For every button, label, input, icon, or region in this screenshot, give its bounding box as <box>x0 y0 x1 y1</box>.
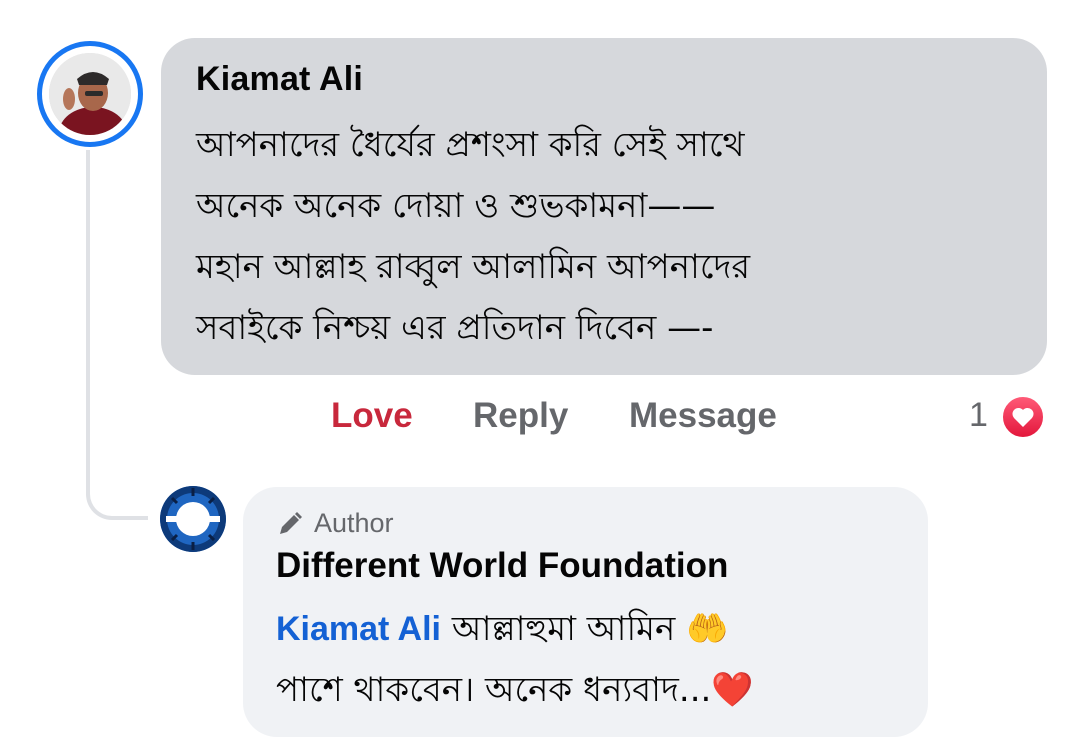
reply-text-line: Kiamat Ali আল্লাহুমা আমিন 🤲 <box>276 609 728 649</box>
comment-text-line: সবাইকে নিশ্চয় এর প্রতিদান দিবেন —- <box>196 308 714 348</box>
thread-connector-line <box>86 150 148 520</box>
comment-author-name[interactable]: Kiamat Ali <box>196 60 363 99</box>
reaction-count[interactable]: 1 <box>969 396 988 435</box>
comment-text-line: আপনাদের ধৈর্যের প্রশংসা করি সেই সাথে <box>196 125 745 165</box>
reply-text-line: পাশে থাকবেন। অনেক ধন্যবাদ...❤️ <box>276 670 754 710</box>
author-badge: Author <box>276 508 394 539</box>
comment-text-line: মহান আল্লাহ রাব্বুল আলামিন আপনাদের <box>196 247 751 287</box>
message-button[interactable]: Message <box>629 396 777 436</box>
reply-author-name[interactable]: Different World Foundation <box>276 546 728 586</box>
reply-text: আল্লাহুমা আমিন 🤲 <box>441 609 729 649</box>
author-badge-label: Author <box>314 508 394 538</box>
avatar[interactable] <box>49 53 131 135</box>
heart-icon[interactable] <box>1000 394 1046 440</box>
heart-icon <box>1012 407 1034 427</box>
comment-text-line: অনেক অনেক দোয়া ও শুভকামনা—— <box>196 186 716 226</box>
page-avatar[interactable] <box>160 486 226 552</box>
reply-button[interactable]: Reply <box>473 396 568 436</box>
love-button[interactable]: Love <box>331 396 413 436</box>
person-avatar-icon <box>49 53 131 135</box>
mention-link[interactable]: Kiamat Ali <box>276 610 441 648</box>
pencil-icon <box>280 511 302 534</box>
foundation-logo-icon <box>160 486 226 552</box>
